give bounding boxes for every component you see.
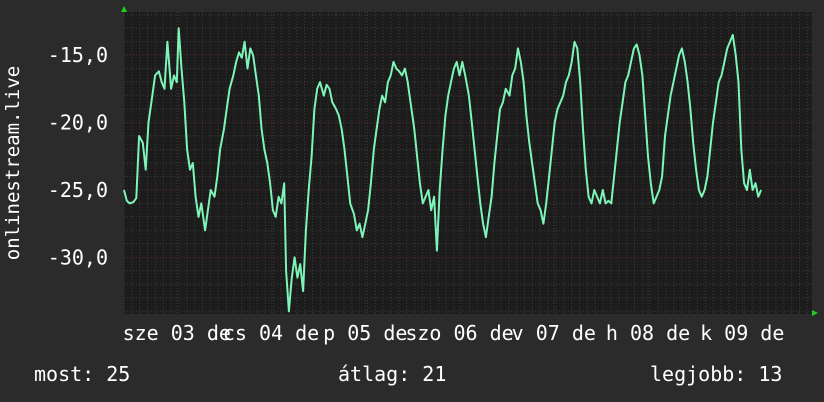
x-tick-label: v 07 de (512, 321, 596, 345)
x-tick-label: k 09 de (700, 321, 784, 345)
y-tick-label: -30,0 (48, 245, 108, 269)
footer-best-value: legjobb: 13 (650, 362, 783, 386)
x-tick-label: p 05 de (323, 321, 407, 345)
x-tick-label: sze 03 de (123, 321, 231, 345)
x-axis-arrow (812, 310, 818, 316)
line-chart: -15,0 -20,0 -25,0 -30,0 sze 03 decs 04 de p 0… (2, 6, 818, 345)
y-axis-arrow (121, 6, 127, 12)
x-tick-label: szo 06 de (405, 321, 513, 345)
x-tick-label: h 08 de (606, 321, 690, 345)
y-tick-label: -15,0 (48, 43, 108, 67)
x-tick-label: cs 04 de (223, 321, 319, 345)
footer-average-value: átlag: 21 (338, 362, 447, 386)
y-axis-label: onlinestream.live (2, 66, 24, 260)
y-tick-label: -25,0 (48, 178, 108, 202)
y-tick-label: -20,0 (48, 111, 108, 135)
footer-current-value: most: 25 (34, 362, 131, 386)
